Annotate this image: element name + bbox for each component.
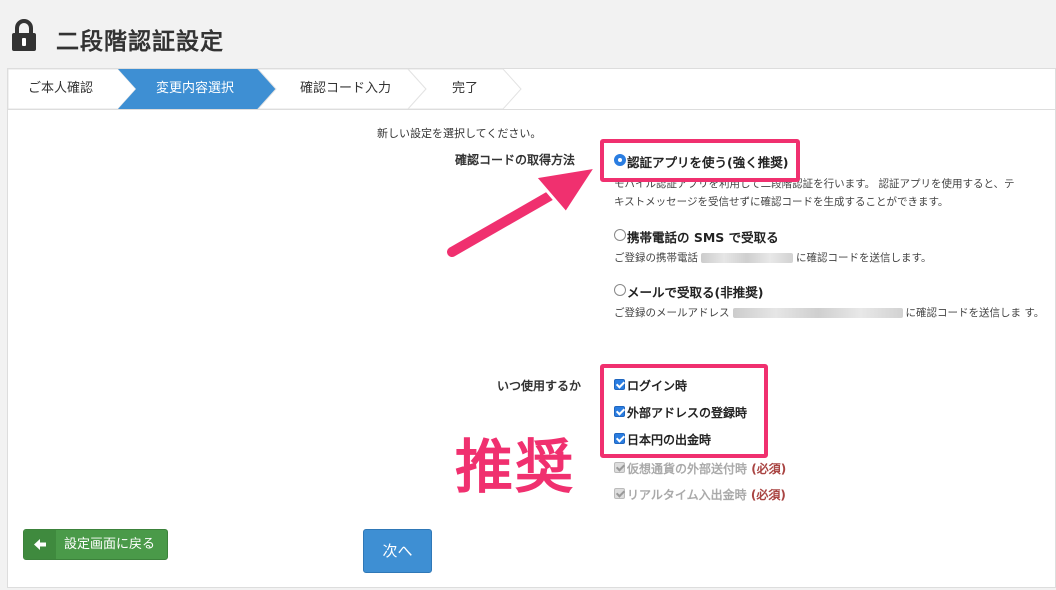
next-button[interactable]: 次へ — [363, 529, 432, 573]
step-identity: ご本人確認 — [28, 81, 94, 96]
required-badge: (必須) — [750, 488, 786, 502]
checkbox-realtime — [614, 488, 625, 499]
checkbox-crypto-send-label: 仮想通貨の外部送付時 (必須) — [627, 460, 786, 477]
option-email-desc: ご登録のメールアドレス に確認コードを送信しま す。 — [614, 305, 1044, 322]
realtime-text: リアルタイム入出金時 — [627, 488, 747, 502]
sms-desc-post: に確認コードを送信します。 — [796, 252, 932, 264]
back-button-label: 設定画面に戻る — [64, 537, 156, 552]
option-sms-label[interactable]: 携帯電話の SMS で受取る — [627, 227, 779, 246]
option-email-label[interactable]: メールで受取る(非推奨) — [627, 282, 763, 301]
arrow-left-icon — [34, 539, 46, 550]
page-title: 二段階認証設定 — [56, 29, 224, 55]
step-select-change: 変更内容選択 — [156, 81, 235, 96]
back-to-settings-button[interactable]: 設定画面に戻る — [23, 529, 168, 560]
page-header: 二段階認証設定 — [0, 0, 1056, 68]
checkbox-realtime-label: リアルタイム入出金時 (必須) — [627, 486, 786, 503]
step-complete: 完了 — [452, 81, 479, 96]
radio-sms[interactable] — [614, 229, 626, 241]
highlight-auth-app — [600, 139, 800, 182]
crypto-send-text: 仮想通貨の外部送付時 — [627, 462, 748, 476]
redacted-email — [732, 308, 903, 318]
option-sms-desc: ご登録の携帯電話 に確認コードを送信します。 — [614, 250, 931, 267]
required-badge: (必須) — [751, 462, 787, 476]
back-arrow-box — [24, 530, 56, 559]
radio-email[interactable] — [614, 284, 626, 296]
lock-icon — [12, 19, 36, 51]
progress-steps: ご本人確認 変更内容選択 確認コード入力 完了 — [7, 68, 1056, 110]
checkbox-crypto-send — [614, 462, 625, 473]
redacted-phone — [701, 253, 793, 263]
email-desc-pre: ご登録のメールアドレス — [614, 307, 730, 319]
step-enter-code: 確認コード入力 — [300, 81, 392, 96]
method-label: 確認コードの取得方法 — [455, 153, 576, 167]
instruction-text: 新しい設定を選択してください。 — [377, 127, 542, 140]
recommend-annotation: 推奨 — [455, 433, 576, 501]
sms-desc-pre: ご登録の携帯電話 — [614, 252, 698, 264]
option-auth-app-desc-2: キストメッセージを受信せずに確認コードを生成することができます。 — [614, 196, 949, 208]
email-desc-post: に確認コードを送信しま す。 — [905, 307, 1045, 319]
highlight-checkboxes — [600, 364, 768, 458]
when-label: いつ使用するか — [497, 379, 582, 393]
